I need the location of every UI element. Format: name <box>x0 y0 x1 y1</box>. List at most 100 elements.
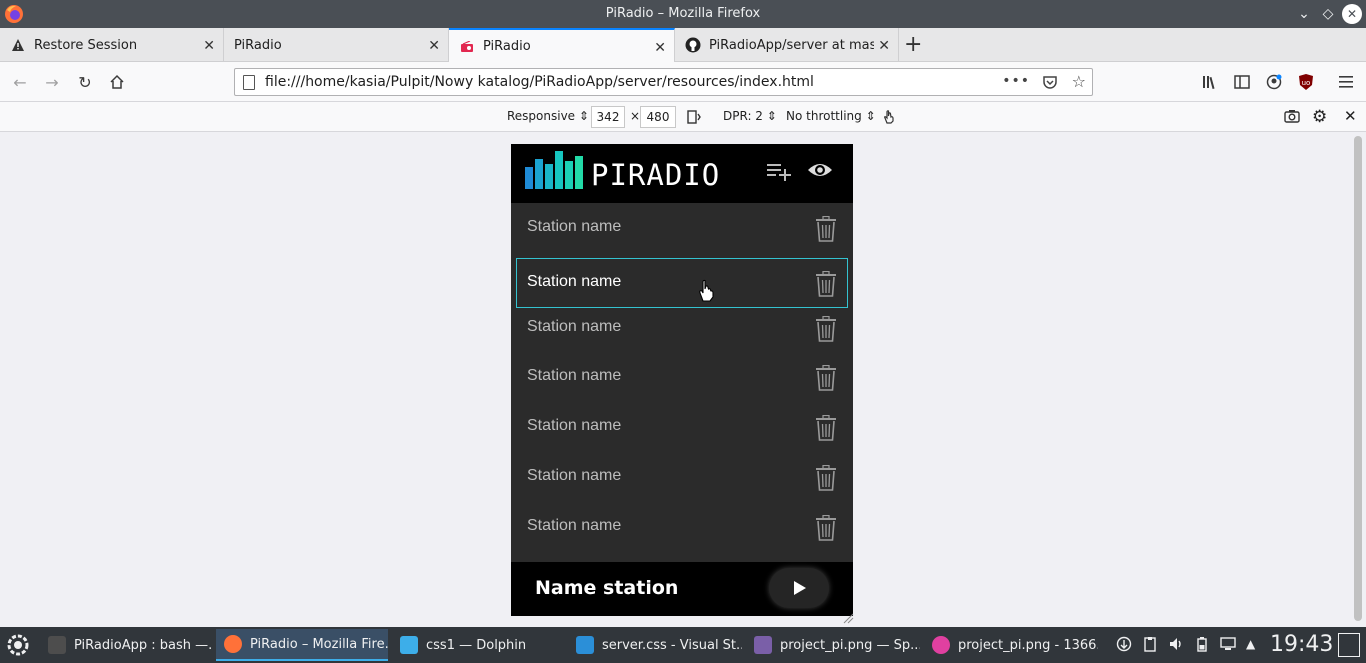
trash-icon[interactable] <box>815 415 837 441</box>
page-icon <box>243 75 255 90</box>
bookmark-star-icon[interactable]: ☆ <box>1072 72 1086 91</box>
trash-icon[interactable] <box>815 464 837 491</box>
radio-icon <box>459 39 475 55</box>
station-row[interactable]: Station name <box>511 203 853 253</box>
touch-simulation-icon[interactable] <box>882 109 896 128</box>
library-icon[interactable] <box>1198 70 1222 94</box>
close-rdm-icon[interactable]: ✕ <box>1344 107 1357 125</box>
station-name: Station name <box>527 367 622 385</box>
tab-piradio[interactable]: PiRadio ✕ <box>224 28 449 62</box>
account-icon[interactable] <box>1262 70 1286 94</box>
play-button[interactable] <box>769 568 829 608</box>
window-titlebar: PiRadio – Mozilla Firefox ⌄ ◇ ✕ <box>0 0 1366 28</box>
equalizer-logo-icon <box>525 151 583 189</box>
taskbar-item[interactable]: project_pi.png - 1366... <box>924 629 1098 661</box>
taskbar-item[interactable]: project_pi.png — Sp... <box>746 629 920 661</box>
taskbar: PiRadioApp : bash —... PiRadio – Mozilla … <box>0 627 1366 663</box>
new-tab-icon[interactable]: + <box>904 32 922 57</box>
station-name: Station name <box>527 467 622 484</box>
network-icon[interactable] <box>1116 636 1132 652</box>
resize-handle-icon[interactable] <box>842 612 854 624</box>
station-name: Station name <box>527 218 622 235</box>
station-name: Station name <box>527 516 622 534</box>
reload-icon[interactable]: ↻ <box>73 70 97 94</box>
image-viewer-icon <box>932 636 950 654</box>
height-input[interactable]: 480 <box>640 106 676 128</box>
maximize-icon[interactable]: ◇ <box>1318 4 1338 24</box>
device-select-label: Responsive <box>507 109 576 123</box>
eye-icon[interactable] <box>806 158 834 182</box>
responsive-toolbar: Responsive ⇕ 342 × 480 DPR: 2 ⇕ No throt… <box>0 102 1366 132</box>
forward-icon[interactable]: → <box>40 70 64 94</box>
taskbar-item[interactable]: server.css - Visual St... <box>568 629 742 661</box>
clock: 19:43 <box>1270 632 1334 657</box>
tab-label: PiRadio <box>234 37 282 53</box>
warning-icon <box>10 37 26 53</box>
close-tab-icon[interactable]: ✕ <box>428 38 440 54</box>
menu-icon[interactable] <box>1334 70 1358 94</box>
close-tab-icon[interactable]: ✕ <box>203 38 215 54</box>
taskbar-item[interactable]: PiRadio – Mozilla Fire... <box>216 629 388 661</box>
tab-piradio-active[interactable]: PiRadio ✕ <box>449 28 675 63</box>
show-desktop-icon[interactable] <box>1338 633 1360 657</box>
add-playlist-icon[interactable] <box>765 158 793 182</box>
vscode-icon <box>576 636 594 654</box>
sidebar-icon[interactable] <box>1230 70 1254 94</box>
throttling-select[interactable]: No throttling ⇕ <box>786 109 876 123</box>
taskbar-item-label: css1 — Dolphin <box>426 637 527 653</box>
trash-icon[interactable] <box>815 514 837 541</box>
play-icon <box>794 581 806 595</box>
dpr-select[interactable]: DPR: 2 ⇕ <box>723 109 777 123</box>
trash-icon[interactable] <box>815 270 837 297</box>
clipboard-icon[interactable] <box>1142 636 1158 652</box>
volume-icon[interactable] <box>1168 636 1184 652</box>
taskbar-item-label: PiRadio – Mozilla Fire... <box>250 636 388 652</box>
viewport-scrollbar[interactable] <box>1354 136 1362 621</box>
ublock-icon[interactable]: uo <box>1294 70 1318 94</box>
station-name: Station name <box>527 272 622 290</box>
tab-github[interactable]: PiRadioApp/server at mas ✕ <box>675 28 899 62</box>
station-row[interactable]: Station name <box>511 402 853 452</box>
hand-pointer-icon <box>697 279 717 303</box>
now-playing-title: Name station <box>535 577 679 599</box>
station-row[interactable]: Station name <box>516 257 848 308</box>
home-icon[interactable] <box>105 70 129 94</box>
tab-restore-session[interactable]: Restore Session ✕ <box>0 28 224 62</box>
width-input[interactable]: 342 <box>591 106 625 128</box>
pocket-icon[interactable] <box>1042 74 1058 94</box>
battery-icon[interactable] <box>1194 636 1210 652</box>
tray-expand-icon[interactable]: ▲ <box>1246 637 1262 653</box>
svg-text:uo: uo <box>1302 79 1311 87</box>
app-launcher-icon[interactable] <box>4 631 32 659</box>
close-tab-icon[interactable]: ✕ <box>654 40 666 56</box>
close-window-icon[interactable]: ✕ <box>1342 4 1362 24</box>
close-tab-icon[interactable]: ✕ <box>878 38 890 54</box>
station-row[interactable]: Station name <box>511 352 853 402</box>
tab-label: PiRadio <box>483 39 531 54</box>
taskbar-item[interactable]: PiRadioApp : bash —... <box>40 629 212 661</box>
station-row[interactable]: Station name <box>511 303 853 353</box>
tab-bar: Restore Session ✕ PiRadio ✕ PiRadio ✕ Pi… <box>0 28 1366 63</box>
settings-gear-icon[interactable]: ⚙ <box>1312 107 1327 127</box>
screenshot-icon[interactable] <box>1284 109 1300 126</box>
taskbar-item[interactable]: css1 — Dolphin <box>392 629 564 661</box>
taskbar-item-label: project_pi.png - 1366... <box>958 637 1098 653</box>
page-actions-icon[interactable]: ••• <box>1002 73 1030 89</box>
trash-icon[interactable] <box>815 365 837 392</box>
url-bar[interactable]: file:///home/kasia/Pulpit/Nowy katalog/P… <box>234 68 1093 96</box>
trash-icon[interactable] <box>815 315 837 342</box>
display-icon[interactable] <box>1220 636 1236 652</box>
trash-icon[interactable] <box>815 215 837 242</box>
taskbar-item-label: PiRadioApp : bash —... <box>74 637 212 653</box>
device-select[interactable]: Responsive ⇕ <box>507 109 589 123</box>
dpr-label: DPR: 2 <box>723 109 763 123</box>
throttling-label: No throttling <box>786 109 862 123</box>
url-text: file:///home/kasia/Pulpit/Nowy katalog/P… <box>265 74 814 90</box>
now-playing-bar: Name station <box>511 562 853 616</box>
station-row[interactable]: Station name <box>511 502 853 552</box>
minimize-icon[interactable]: ⌄ <box>1294 4 1314 24</box>
back-icon[interactable]: ← <box>8 70 32 94</box>
terminal-icon <box>48 636 66 654</box>
rotate-icon[interactable] <box>686 109 702 128</box>
station-row[interactable]: Station name <box>511 452 853 502</box>
